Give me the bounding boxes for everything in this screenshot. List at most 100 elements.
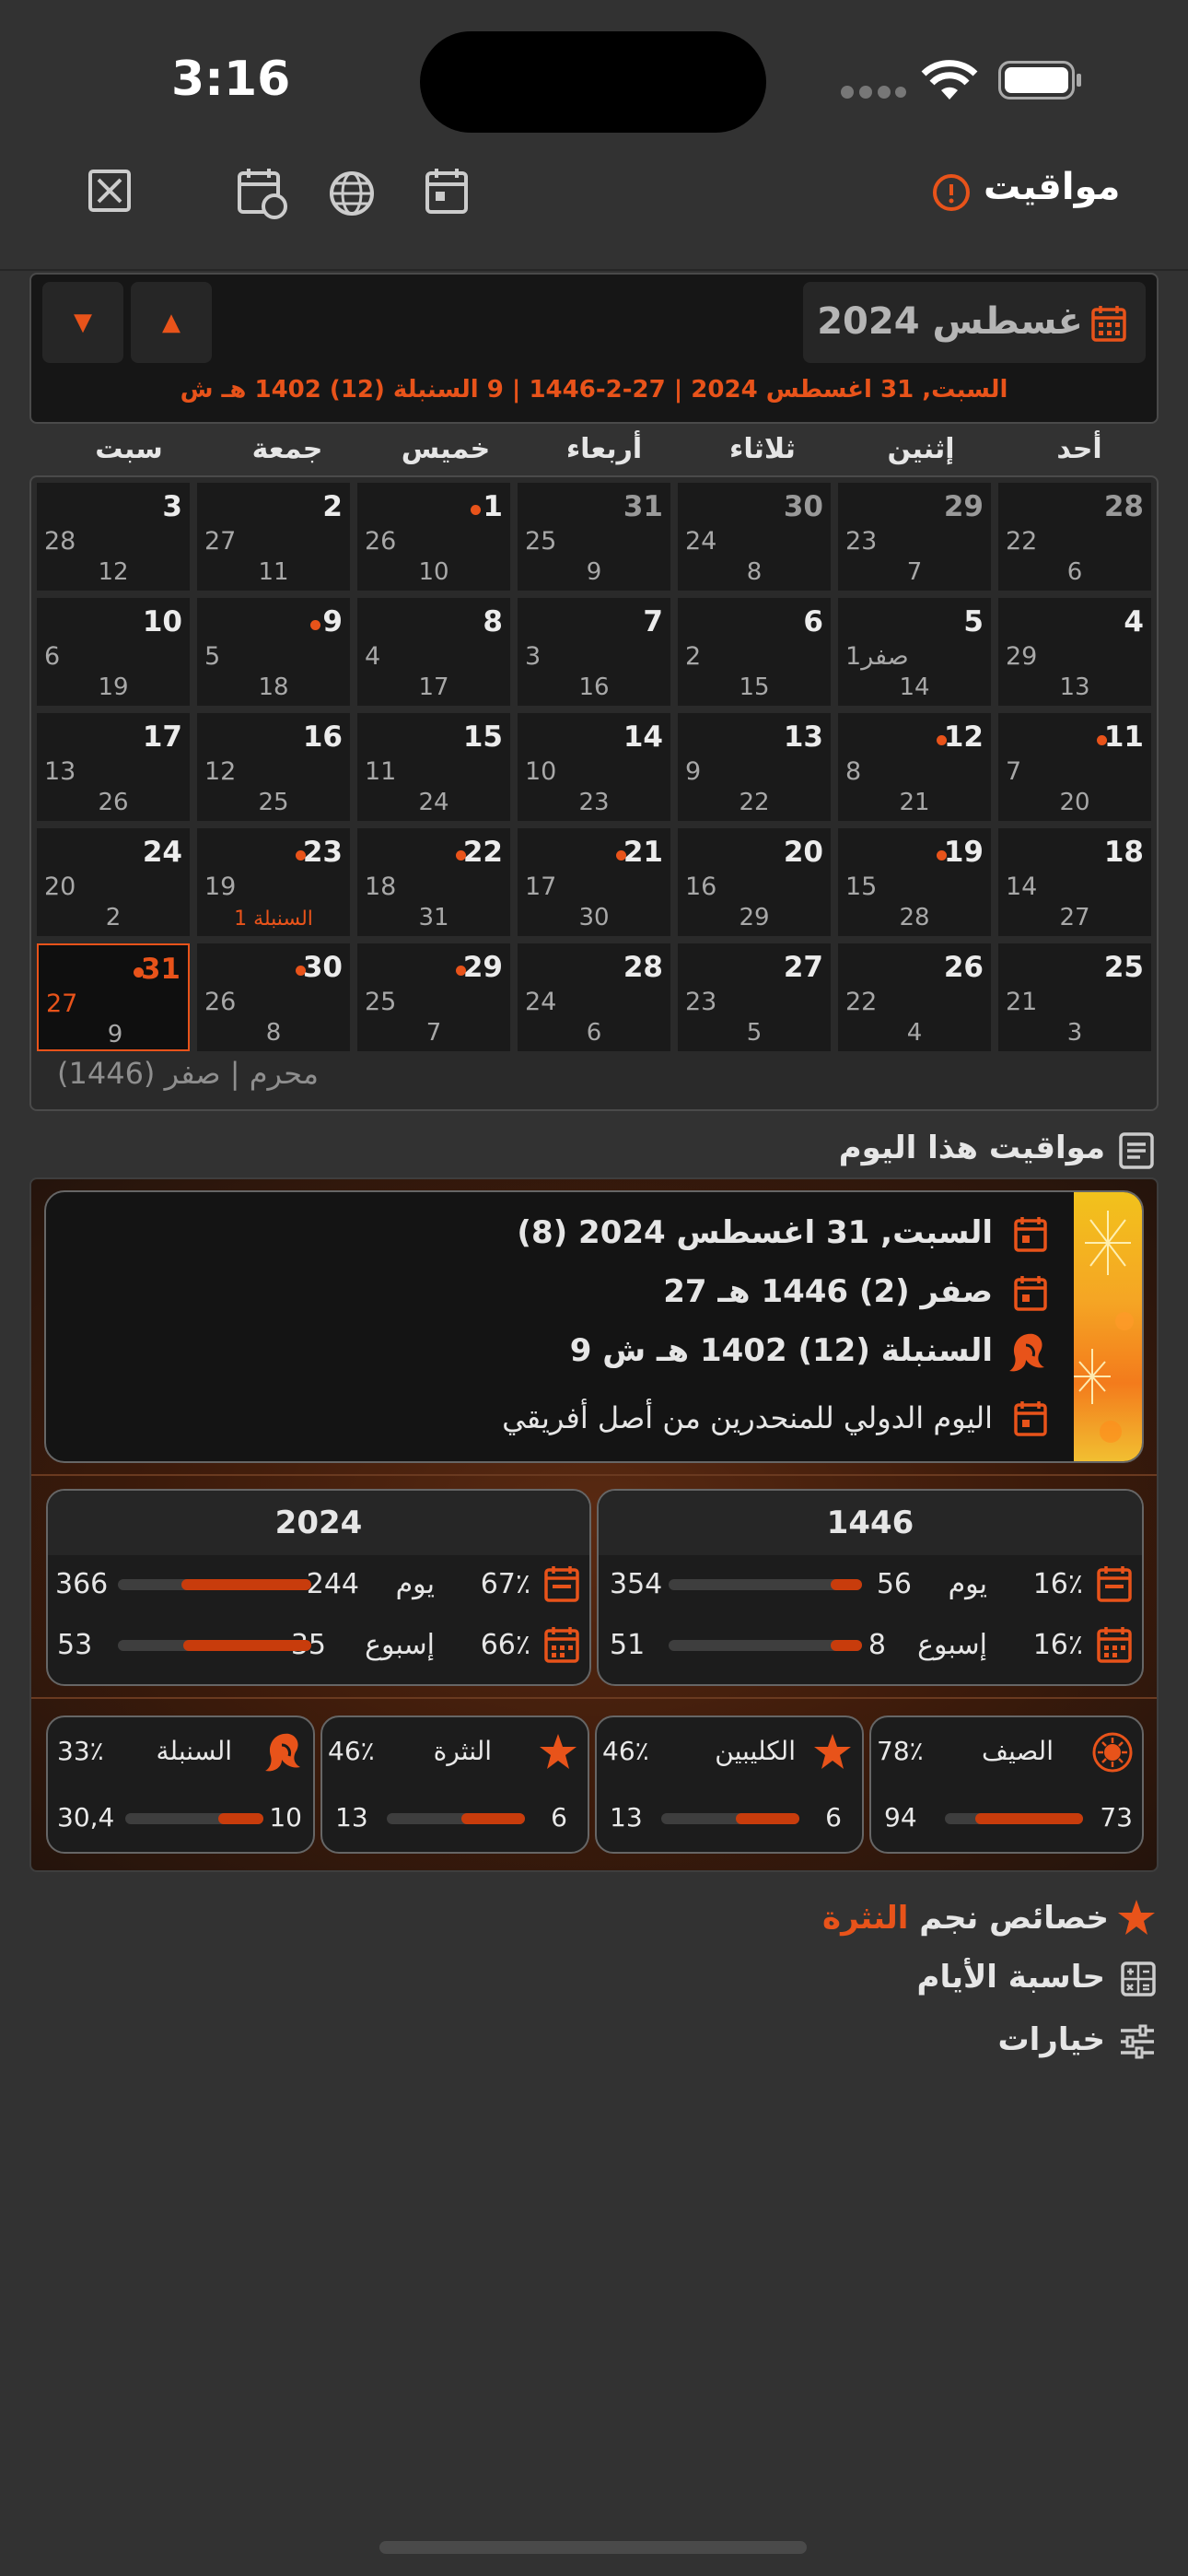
hijri-day-number: 3 [525, 642, 542, 671]
calendar-day-cell[interactable]: 30 24 8 [678, 483, 831, 591]
calendar-icon[interactable] [424, 166, 470, 216]
solar-day-number: 6 [1066, 558, 1083, 586]
gregorian-day-number: 6 [803, 605, 823, 638]
hijri-day-number: 21 [1006, 988, 1038, 1016]
home-indicator[interactable] [379, 2541, 807, 2554]
calendar-day-cell[interactable]: 25 21 3 [998, 943, 1151, 1051]
gregorian-day-number: 31 [623, 490, 663, 523]
calendar-day-cell[interactable]: 9 5 18 [197, 598, 350, 706]
calendar-week-icon [543, 1625, 580, 1664]
day-pct: 67٪ [480, 1568, 530, 1600]
hijri-day-number: 24 [685, 527, 717, 556]
today-info-card: السبت, 31 اغسطس 2024 (8) 27 صفر (2) 1446… [44, 1190, 1144, 1463]
close-button[interactable] [87, 168, 133, 214]
event-dot [456, 850, 466, 861]
calendar-day-cell[interactable]: 21 17 30 [518, 828, 670, 936]
calendar-day-cell[interactable]: 8 4 17 [357, 598, 510, 706]
calendar-day-cell[interactable]: 17 13 26 [37, 713, 190, 821]
gregorian-day-number: 19 [943, 836, 984, 869]
year-card-title: 1446 [599, 1491, 1142, 1555]
calendar-day-cell[interactable]: 24 20 2 [37, 828, 190, 936]
season-name: النثرة [433, 1736, 492, 1766]
calendar-day-cell[interactable]: 3 28 12 [37, 483, 190, 591]
battery-icon [998, 61, 1083, 100]
sun-icon [1090, 1730, 1135, 1774]
calendar-day-cell[interactable]: 31 25 9 [518, 483, 670, 591]
hijri-day-number: 27 [204, 527, 237, 556]
solar-day-number: 8 [746, 558, 763, 586]
calendar-day-cell[interactable]: 29 23 7 [838, 483, 991, 591]
gregorian-day-number: 12 [943, 720, 984, 754]
calendar-reset-icon[interactable] [236, 166, 287, 219]
week-total: 51 [610, 1629, 646, 1661]
calendar-day-cell[interactable]: 4 29 13 [998, 598, 1151, 706]
calendar-day-cell[interactable]: 30 26 8 [197, 943, 350, 1051]
calendar-day-cell[interactable]: 28 24 6 [518, 943, 670, 1051]
calendar-day-cell[interactable]: 5 1صفر 14 [838, 598, 991, 706]
hijri-day-number: 9 [685, 757, 702, 786]
gregorian-day-number: 31 [140, 953, 181, 986]
solar-day-number: 3 [1066, 1019, 1083, 1047]
event-dot [616, 850, 626, 861]
globe-icon[interactable] [328, 170, 376, 217]
month-title: غسطس 2024 [817, 300, 1083, 343]
solar-day-number: 14 [899, 673, 930, 701]
calendar-day-cell[interactable]: 12 8 21 [838, 713, 991, 821]
calendar-day-cell[interactable]: 28 22 6 [998, 483, 1151, 591]
header-divider [0, 269, 1188, 271]
sliders-icon [1118, 2023, 1157, 2060]
solar-day-number: 30 [578, 904, 610, 931]
gregorian-day-number: 28 [623, 951, 663, 984]
calendar-day-cell[interactable]: 29 25 7 [357, 943, 510, 1051]
gregorian-day-number: 20 [783, 836, 823, 869]
month-up-button[interactable]: ▲ [131, 282, 212, 363]
month-down-button[interactable]: ▼ [42, 282, 123, 363]
hijri-day-number: 25 [525, 527, 557, 556]
calendar-day-cell[interactable]: 18 14 27 [998, 828, 1151, 936]
gregorian-day-number: 8 [483, 605, 503, 638]
event-dot [296, 850, 306, 861]
calendar-day-cell[interactable]: 6 2 15 [678, 598, 831, 706]
gregorian-date: السبت, 31 اغسطس 2024 (8) [517, 1214, 993, 1251]
solar-day-number: 27 [1059, 904, 1090, 931]
calendar-day-cell[interactable]: 27 23 5 [678, 943, 831, 1051]
calendar-day-cell[interactable]: 11 7 20 [998, 713, 1151, 821]
hijri-day-number: 20 [44, 872, 76, 901]
calendar-day-cell[interactable]: 22 18 31 [357, 828, 510, 936]
gregorian-day-number: 13 [783, 720, 823, 754]
calendar-day-cell[interactable]: 19 15 28 [838, 828, 991, 936]
calendar-day-cell[interactable]: 23 19 1 السنبلة [197, 828, 350, 936]
calendar-day-cell[interactable]: 7 3 16 [518, 598, 670, 706]
calendar-day-cell[interactable]: 2 27 11 [197, 483, 350, 591]
season-progress [945, 1813, 1083, 1824]
calendar-day-cell[interactable]: 26 22 4 [838, 943, 991, 1051]
gregorian-day-number: 30 [783, 490, 823, 523]
gregorian-day-number: 30 [302, 951, 343, 984]
season-card-sunbula: السنبلة 33٪ 10 30,4 [46, 1715, 315, 1854]
hijri-day-number: 1صفر [845, 642, 909, 671]
info-icon[interactable] [932, 173, 971, 212]
calendar-day-cell[interactable]: 20 16 29 [678, 828, 831, 936]
day-total: 354 [610, 1568, 663, 1600]
gregorian-day-number: 27 [783, 951, 823, 984]
gregorian-day-number: 10 [142, 605, 182, 638]
calendar-day-cell[interactable]: 10 6 19 [37, 598, 190, 706]
calendar-day-cell[interactable]: 15 11 24 [357, 713, 510, 821]
month-picker[interactable]: غسطس 2024 [803, 282, 1146, 363]
calendar-day-cell[interactable]: 13 9 22 [678, 713, 831, 821]
calendar-day-cell[interactable]: 14 10 23 [518, 713, 670, 821]
calendar-day-cell[interactable]: 16 12 25 [197, 713, 350, 821]
day-pct: 16٪ [1032, 1568, 1083, 1600]
solar-day-number: 13 [1059, 673, 1090, 701]
season-pct: 78٪ [877, 1736, 924, 1766]
calendar-day-cell[interactable]: 31 27 9 [37, 943, 190, 1051]
calendar-day-cell[interactable]: 1 26 10 [357, 483, 510, 591]
season-card-kulaybin: الكليبين 46٪ 6 13 [595, 1715, 864, 1854]
solar-day-number: 21 [899, 789, 930, 816]
hijri-day-number: 8 [845, 757, 862, 786]
solar-day-number: 22 [739, 789, 770, 816]
gregorian-day-number: 15 [462, 720, 503, 754]
calendar-day-icon [1096, 1564, 1133, 1603]
weekday-thu: خميس [401, 433, 491, 465]
hijri-day-number: 23 [845, 527, 878, 556]
